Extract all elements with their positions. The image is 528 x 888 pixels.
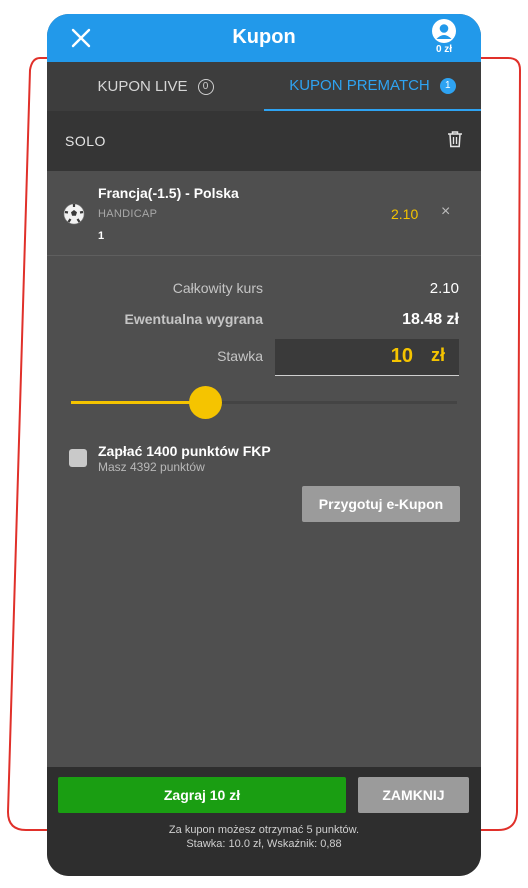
total-odds-label: Całkowity kurs	[172, 280, 263, 296]
stake-currency: zł	[430, 345, 445, 365]
bet-type-label: SOLO	[65, 133, 106, 149]
potential-win-label: Ewentualna wygrana	[124, 311, 263, 327]
account-button[interactable]: 0 zł	[429, 19, 459, 55]
potential-win-value: 18.48 zł	[402, 311, 459, 328]
page-title: Kupon	[232, 26, 296, 48]
remove-bet-icon[interactable]: ×	[441, 203, 450, 221]
points-info: Za kupon możesz otrzymać 5 punktów.	[168, 824, 360, 836]
coupon-panel: Kupon 0 zł KUPON LIVE 0 KUPON PREMATCH 1…	[47, 14, 481, 876]
stake-input[interactable]: 10 zł	[275, 339, 459, 376]
match-name: Francja(-1.5) - Polska	[98, 185, 239, 201]
fkp-points-label: Zapłać 1400 punktów FKP	[98, 443, 271, 459]
coupon-footer: Zagraj 10 zł ZAMKNIJ Za kupon możesz otr…	[47, 767, 481, 876]
stake-info: Stawka: 10.0 zł, Wskaźnik: 0,88	[186, 838, 342, 850]
stake-slider-thumb[interactable]	[188, 386, 222, 419]
market-name: HANDICAP	[98, 208, 158, 220]
stake-slider-fill	[71, 401, 205, 404]
total-odds-value: 2.10	[429, 280, 459, 297]
prepare-ekupon-button[interactable]: Przygotuj e-Kupon	[302, 486, 460, 522]
stake-slider[interactable]	[71, 386, 457, 419]
tab-kupon-live[interactable]: KUPON LIVE 0	[47, 62, 264, 111]
fkp-points-balance: Masz 4392 punktów	[98, 460, 205, 474]
trash-icon[interactable]	[447, 130, 463, 153]
play-button[interactable]: Zagraj 10 zł	[58, 777, 346, 813]
fkp-points-checkbox[interactable]	[69, 449, 87, 467]
close-coupon-button[interactable]: ZAMKNIJ	[358, 777, 469, 813]
coupon-tabs: KUPON LIVE 0 KUPON PREMATCH 1	[47, 62, 481, 111]
user-avatar-icon	[432, 19, 456, 43]
bet-type-bar: SOLO	[47, 111, 481, 171]
stake-amount: 10	[390, 345, 413, 367]
tab-label: KUPON PREMATCH	[289, 77, 430, 94]
tab-count-badge: 0	[197, 78, 214, 95]
bet-odd: 2.10	[391, 206, 419, 222]
stake-label: Stawka	[217, 348, 263, 364]
selected-pick: 1	[98, 230, 105, 242]
tab-label: KUPON LIVE	[97, 78, 188, 95]
tab-count-badge: 1	[439, 77, 456, 94]
bet-item: Francja(-1.5) - Polska HANDICAP 1 2.10 ×	[47, 171, 481, 256]
soccer-ball-icon	[63, 203, 85, 230]
account-balance: 0 zł	[435, 44, 453, 55]
header-bar: Kupon 0 zł	[47, 14, 481, 62]
tab-kupon-prematch[interactable]: KUPON PREMATCH 1	[264, 62, 481, 111]
